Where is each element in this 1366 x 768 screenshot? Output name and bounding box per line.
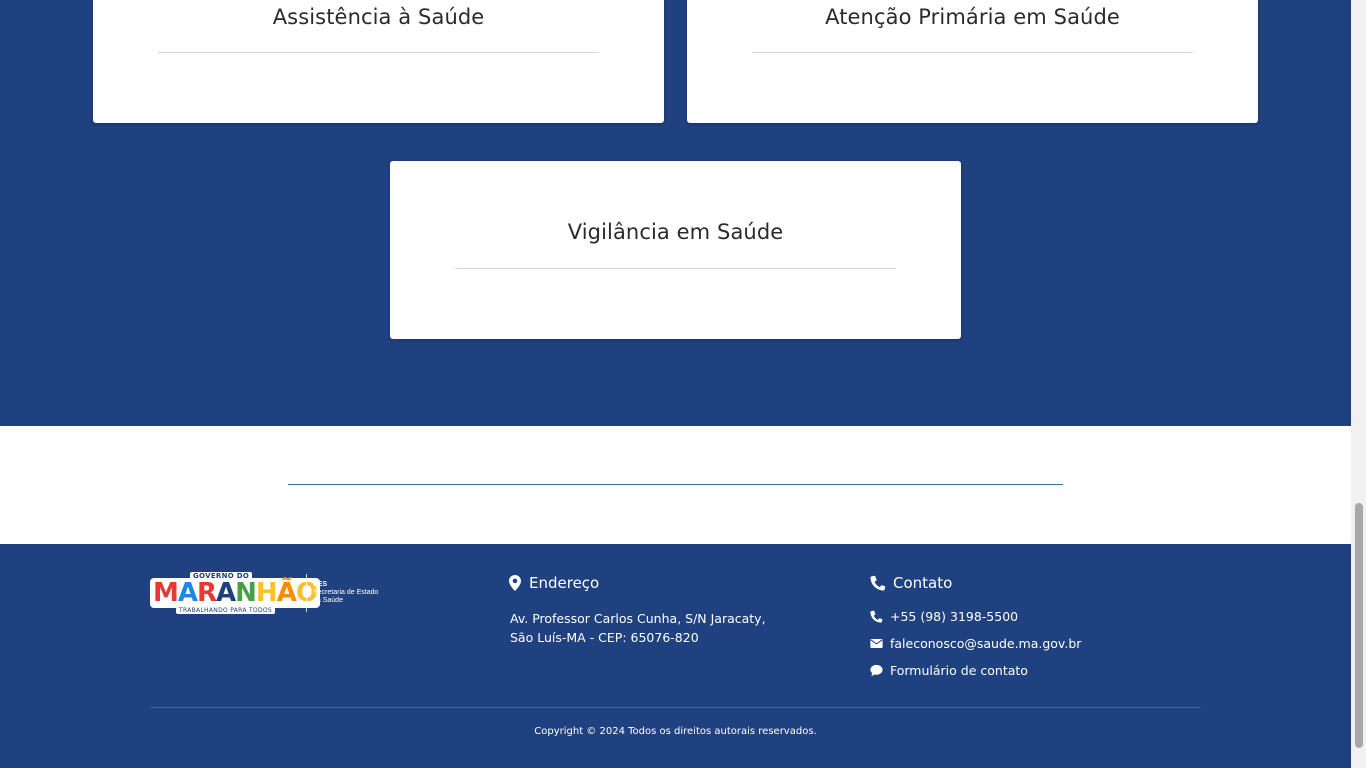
address-text: Av. Professor Carlos Cunha, S/N Jaracaty… [510,609,766,647]
address-line-2: São Luís-MA - CEP: 65076-820 [510,630,699,645]
copyright-text: Copyright © 2024 Todos os direitos autor… [534,726,817,737]
logo-separator [306,574,307,612]
envelope-icon [870,639,883,648]
scrollbar-thumb[interactable] [1355,503,1363,748]
footer-divider [150,707,1201,708]
card-title: Atenção Primária em Saúde [825,5,1120,29]
address-line-1: Av. Professor Carlos Cunha, S/N Jaracaty… [510,611,766,626]
card-title: Assistência à Saúde [272,5,485,29]
phone-icon [870,610,883,623]
services-section: Assistência à Saúde Atenção Primária em … [0,0,1351,426]
contact-heading: Contato [870,574,953,592]
map-marker-icon [509,575,521,591]
chat-bubble-icon [870,664,883,677]
logo-tagline: TRABALHANDO PARA TODOS [176,607,276,614]
ses-label: SES Secretaria de Estado da Saúde [313,581,378,605]
logo-wordmark: MARANHÃO [150,578,320,608]
ses-abbr: SES [313,581,328,588]
service-card-assistencia[interactable]: Assistência à Saúde [93,0,664,123]
email-text: faleconosco@saude.ma.gov.br [890,636,1082,651]
form-link-text: Formulário de contato [890,663,1028,678]
card-divider [455,268,896,269]
contact-title: Contato [893,574,953,592]
section-divider [288,484,1063,485]
spacer-band [0,426,1351,544]
phone-icon [870,575,886,591]
government-logo[interactable]: GOVERNO DO MARANHÃO TRABALHANDO PARA TOD… [150,572,390,620]
site-footer: GOVERNO DO MARANHÃO TRABALHANDO PARA TOD… [0,544,1351,768]
vertical-scrollbar[interactable] [1351,0,1366,768]
ses-line1: Secretaria de Estado [313,589,379,596]
service-card-vigilancia[interactable]: Vigilância em Saúde [390,161,961,339]
card-divider [158,52,599,53]
ses-line2: da Saúde [313,597,343,604]
card-title: Vigilância em Saúde [567,220,784,244]
service-card-atencao-primaria[interactable]: Atenção Primária em Saúde [687,0,1258,123]
address-heading: Endereço [509,574,600,592]
phone-text: +55 (98) 3198-5500 [890,609,1019,624]
address-title: Endereço [529,574,600,592]
card-divider [752,52,1193,53]
